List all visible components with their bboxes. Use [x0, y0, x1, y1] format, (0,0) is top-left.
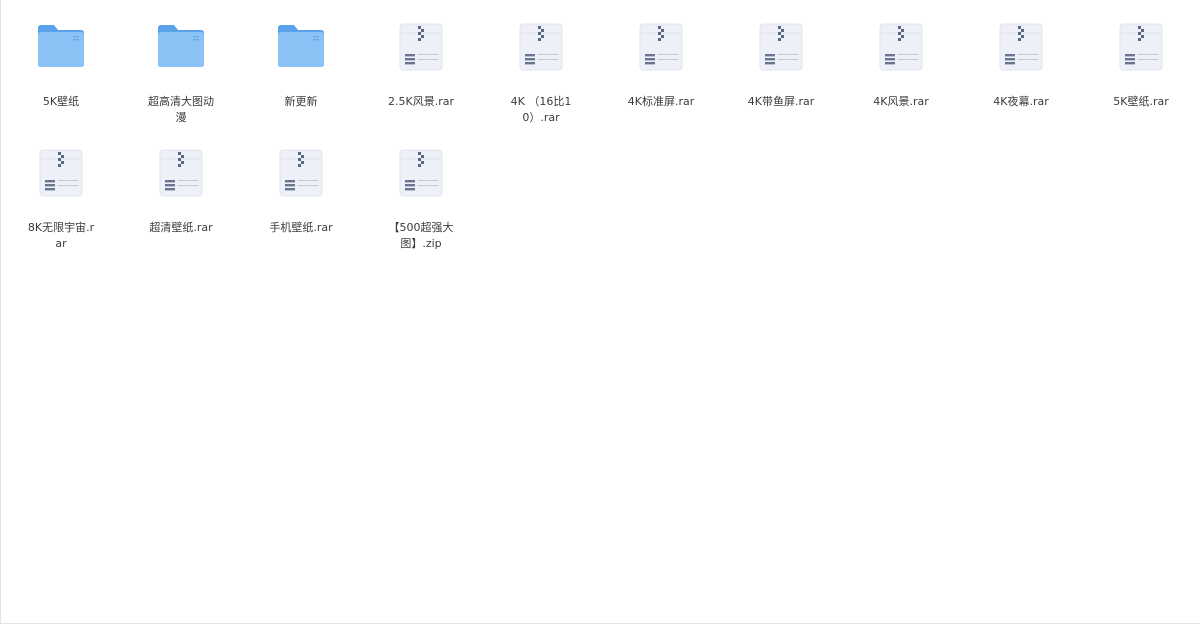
file-item[interactable]: 8K无限宇宙.rar — [1, 148, 121, 274]
file-item[interactable]: 5K壁纸 — [1, 22, 121, 148]
file-item[interactable]: 【500超强大图】.zip — [361, 148, 481, 274]
file-name: 4K风景.rar — [873, 95, 929, 108]
file-item[interactable]: 4K （16比10）.rar — [481, 22, 601, 148]
file-item[interactable]: 4K风景.rar — [841, 22, 961, 148]
archive-file-icon — [153, 148, 209, 210]
file-item[interactable]: 超高清大图动漫 — [121, 22, 241, 148]
archive-file-icon — [393, 22, 449, 84]
archive-file-icon — [993, 22, 1049, 84]
file-item[interactable]: 手机壁纸.rar — [241, 148, 361, 274]
file-grid: 5K壁纸 超高清大图动漫 新更新 2.5K风景.rar 4K （16比10）.r… — [1, 22, 1200, 274]
file-item[interactable]: 2.5K风景.rar — [361, 22, 481, 148]
file-name: 超清壁纸.rar — [149, 221, 213, 234]
archive-file-icon — [633, 22, 689, 84]
file-name: 8K无限宇宙.rar — [27, 221, 95, 250]
archive-file-icon — [33, 148, 89, 210]
archive-file-icon — [513, 22, 569, 84]
archive-file-icon — [393, 148, 449, 210]
file-name: 超高清大图动漫 — [148, 95, 214, 124]
file-name: 4K带鱼屏.rar — [747, 95, 815, 108]
file-item[interactable]: 4K带鱼屏.rar — [721, 22, 841, 148]
folder-icon — [273, 22, 329, 84]
archive-file-icon — [753, 22, 809, 84]
archive-file-icon — [1113, 22, 1169, 84]
file-item[interactable]: 4K夜幕.rar — [961, 22, 1081, 148]
file-name: 【500超强大图】.zip — [388, 221, 454, 250]
file-item[interactable]: 新更新 — [241, 22, 361, 148]
file-browser-window: 5K壁纸 超高清大图动漫 新更新 2.5K风景.rar 4K （16比10）.r… — [0, 0, 1200, 624]
archive-file-icon — [273, 148, 329, 210]
file-item[interactable]: 4K标准屏.rar — [601, 22, 721, 148]
file-item[interactable]: 超清壁纸.rar — [121, 148, 241, 274]
file-name: 2.5K风景.rar — [388, 95, 454, 108]
file-name: 新更新 — [284, 95, 318, 108]
file-name: 4K夜幕.rar — [993, 95, 1049, 108]
file-name: 5K壁纸.rar — [1113, 95, 1169, 108]
file-name: 5K壁纸 — [42, 95, 80, 108]
archive-file-icon — [873, 22, 929, 84]
file-name: 4K （16比10）.rar — [510, 95, 572, 124]
folder-icon — [33, 22, 89, 84]
file-name: 手机壁纸.rar — [269, 221, 333, 234]
folder-icon — [153, 22, 209, 84]
file-name: 4K标准屏.rar — [627, 95, 695, 108]
file-item[interactable]: 5K壁纸.rar — [1081, 22, 1200, 148]
